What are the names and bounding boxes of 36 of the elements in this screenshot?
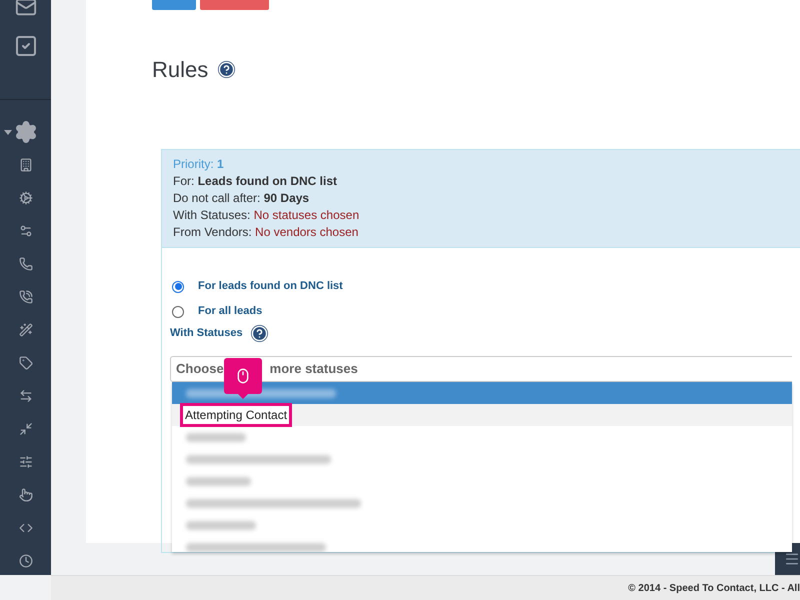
summary-line: From Vendors: No vendors chosen [173,224,360,241]
dropdown-option[interactable]: Attempting Contact [172,404,792,426]
help-icon[interactable] [218,61,236,78]
radio-label[interactable]: For leads found on DNC list [198,278,343,295]
summary-line: For: Leads found on DNC list [173,173,338,190]
radio-button[interactable] [172,280,184,292]
code-icon[interactable] [18,521,32,535]
page-title: Rules [152,56,208,84]
magic-wand-icon[interactable] [18,323,32,337]
field-label: With Statuses [170,326,243,342]
summary-line: Do not call after: 90 Days [173,190,310,207]
sliders-icon[interactable] [18,455,32,469]
copyright-text: © 2014 - Speed To Contact, LLC - All [628,582,800,596]
status-select-field[interactable]: Choose more statuses [170,356,792,382]
radio-label[interactable]: For all leads [198,303,262,320]
blurred-text [186,476,251,486]
mouse-icon [235,368,251,384]
radio-button[interactable] [172,306,184,318]
phone-icon[interactable] [18,257,32,271]
mail-icon[interactable] [14,0,36,18]
blurred-text [186,520,256,530]
compress-icon[interactable] [18,422,32,436]
arrows-icon[interactable] [18,389,32,403]
menu-icon [784,551,800,567]
summary-line: With Statuses: No statuses chosen [173,207,360,224]
phone-call-icon[interactable] [18,290,32,304]
tag-icon[interactable] [18,356,32,370]
building-icon[interactable] [18,158,32,172]
option-text: Attempting Contact [185,407,288,424]
clock-icon[interactable] [18,554,32,568]
help-icon[interactable] [250,325,268,342]
check-square-icon[interactable] [14,34,38,58]
gear-icon[interactable] [18,191,32,205]
blurred-text [186,432,246,442]
hand-pointer-icon[interactable] [18,488,32,502]
priority-text: Priority: 1 [173,156,225,173]
